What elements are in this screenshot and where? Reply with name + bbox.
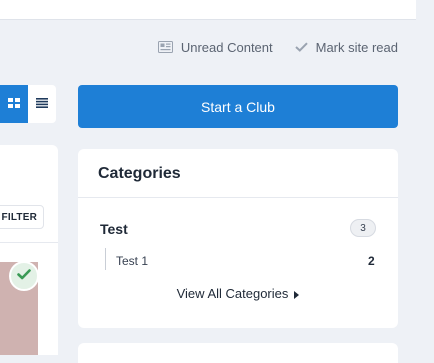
grid-icon	[8, 95, 20, 113]
category-count-badge: 3	[350, 219, 376, 237]
start-club-button[interactable]: Start a Club	[78, 85, 398, 128]
unread-content-label: Unread Content	[180, 39, 273, 55]
mark-site-read-link[interactable]: Mark site read	[294, 39, 398, 55]
next-widget	[78, 343, 398, 363]
mark-site-read-label: Mark site read	[315, 39, 398, 55]
subcategory-link-test-1[interactable]: Test 1	[116, 254, 148, 268]
grid-view-button[interactable]	[0, 85, 28, 123]
newspaper-icon	[157, 41, 173, 53]
categories-widget: Categories Test 3 Test 1 2 View All Cate…	[78, 149, 398, 328]
checkmark-icon	[17, 267, 31, 285]
unread-content-link[interactable]: Unread Content	[157, 39, 273, 55]
filter-button[interactable]: FILTER	[0, 205, 44, 229]
categories-divider	[78, 197, 398, 198]
checkmark-icon	[294, 42, 308, 52]
activity-actions: Unread Content Mark site read	[157, 39, 398, 55]
panel-divider	[0, 242, 58, 243]
categories-title: Categories	[98, 165, 181, 182]
category-link-test[interactable]: Test	[100, 221, 128, 237]
view-toggle	[0, 85, 56, 123]
caret-right-icon	[294, 290, 300, 299]
joined-badge	[9, 261, 39, 291]
view-all-categories-link[interactable]: View All Categories	[78, 286, 398, 301]
subcategory-count: 2	[368, 254, 375, 268]
top-bar	[0, 0, 416, 20]
view-all-label: View All Categories	[176, 286, 289, 301]
list-view-button[interactable]	[28, 85, 56, 123]
list-icon	[36, 95, 48, 113]
subcategory-indent-line	[105, 248, 106, 270]
clubs-list-panel: FILTER	[0, 145, 58, 355]
